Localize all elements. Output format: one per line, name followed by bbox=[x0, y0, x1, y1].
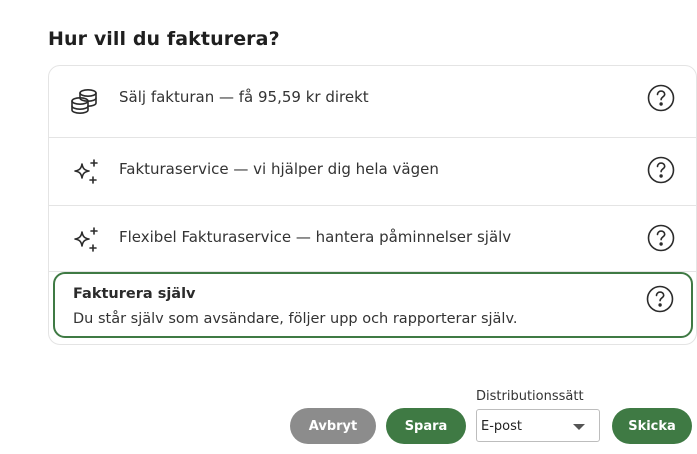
option-invoice-service[interactable]: Fakturaservice — vi hjälper dig hela väg… bbox=[49, 138, 697, 206]
option-sell-invoice[interactable]: Sälj fakturan — få 95,59 kr direkt bbox=[49, 66, 697, 138]
option-label: Flexibel Fakturaservice — hantera påminn… bbox=[119, 228, 512, 246]
send-button[interactable]: Skicka bbox=[612, 408, 692, 444]
option-label: Sälj fakturan — få 95,59 kr direkt bbox=[119, 88, 369, 106]
question-circle-icon[interactable] bbox=[645, 284, 675, 314]
distribution-label: Distributionssätt bbox=[476, 389, 584, 404]
option-invoice-yourself[interactable]: Fakturera själv Du står själv som avsänd… bbox=[53, 272, 693, 338]
cancel-button[interactable]: Avbryt bbox=[290, 408, 376, 444]
invoice-method-page: Hur vill du fakturera? Sälj fakturan — f… bbox=[0, 0, 697, 454]
save-button[interactable]: Spara bbox=[386, 408, 466, 444]
chevron-down-icon bbox=[573, 424, 585, 430]
distribution-select[interactable]: E-post bbox=[476, 409, 600, 442]
coins-stack-icon bbox=[69, 84, 103, 118]
option-flexible-invoice-service[interactable]: Flexibel Fakturaservice — hantera påminn… bbox=[49, 206, 697, 272]
question-circle-icon[interactable] bbox=[646, 155, 676, 185]
distribution-value: E-post bbox=[481, 419, 522, 434]
question-circle-icon[interactable] bbox=[646, 223, 676, 253]
question-circle-icon[interactable] bbox=[646, 83, 676, 113]
sparkle-icon bbox=[69, 156, 103, 190]
page-title: Hur vill du fakturera? bbox=[48, 28, 280, 50]
invoice-options-list: Sälj fakturan — få 95,59 kr direkt Faktu… bbox=[48, 65, 697, 345]
option-description: Du står själv som avsändare, följer upp … bbox=[73, 311, 518, 327]
sparkle-icon bbox=[69, 224, 103, 258]
option-title: Fakturera själv bbox=[73, 286, 196, 302]
option-label: Fakturaservice — vi hjälper dig hela väg… bbox=[119, 160, 439, 178]
